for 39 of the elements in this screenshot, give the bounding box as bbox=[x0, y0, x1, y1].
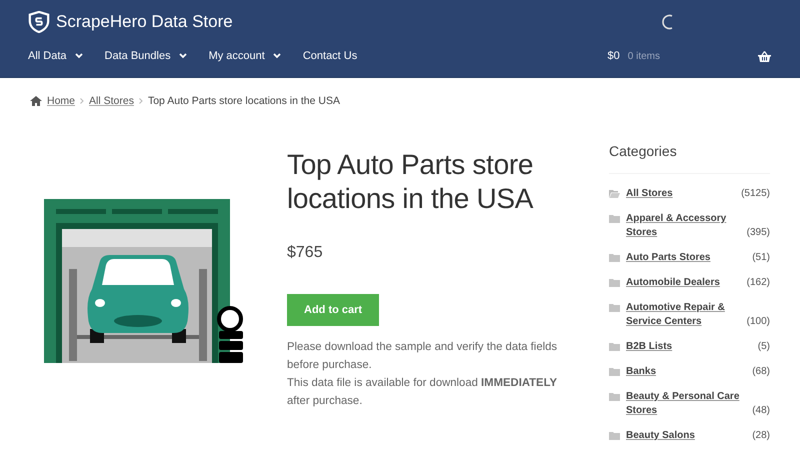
breadcrumb-link[interactable]: Home bbox=[47, 95, 76, 107]
category-count: (68) bbox=[751, 365, 770, 379]
category-count: (5) bbox=[756, 340, 770, 354]
category-count: (100) bbox=[746, 315, 770, 329]
category-count: (28) bbox=[751, 429, 770, 443]
breadcrumb-current: Top Auto Parts store locations in the USA bbox=[148, 95, 340, 107]
category-count: (5125) bbox=[740, 187, 770, 201]
category-link[interactable]: All Stores bbox=[626, 187, 673, 201]
nav-menu-item[interactable]: My account bbox=[208, 50, 281, 62]
category-link[interactable]: Automotive Repair & Service Centers bbox=[626, 301, 744, 329]
nav-menu-item[interactable]: All Data bbox=[28, 50, 83, 62]
breadcrumb-separator-icon bbox=[80, 98, 84, 104]
category-link[interactable]: Banks bbox=[626, 365, 656, 379]
sidebar-heading: Categories bbox=[609, 143, 770, 174]
category-link[interactable]: Auto Parts Stores bbox=[626, 251, 710, 265]
category-count: (48) bbox=[751, 404, 770, 418]
description-text: Please download the sample and verify the data fields before purchase. bbox=[287, 340, 558, 373]
cart-item-count[interactable]: 0 items bbox=[628, 50, 660, 62]
shield-logo-icon bbox=[28, 11, 50, 33]
cart-total[interactable]: $0 bbox=[608, 50, 620, 62]
nav-menu-item[interactable]: Data Bundles bbox=[104, 50, 187, 62]
breadcrumb-link[interactable]: All Stores bbox=[89, 95, 134, 107]
loading-spinner-icon bbox=[661, 14, 675, 30]
nav-menu-item[interactable]: Contact Us bbox=[302, 50, 358, 62]
category-link[interactable]: B2B Lists bbox=[626, 340, 672, 354]
category-count: (395) bbox=[746, 226, 770, 240]
home-icon bbox=[30, 96, 42, 106]
site-title[interactable]: ScrapeHero Data Store bbox=[56, 12, 233, 32]
category-count: (162) bbox=[746, 276, 770, 290]
basket-icon[interactable] bbox=[758, 50, 771, 62]
category-link[interactable]: Apparel & Accessory Stores bbox=[626, 212, 744, 240]
category-link[interactable]: Beauty & Personal Care Stores bbox=[626, 390, 750, 418]
product-price: $765 bbox=[287, 244, 324, 262]
description-text: This data file is available for download IMMEDIATELY after purchase. bbox=[287, 376, 558, 409]
category-link[interactable]: Beauty Salons bbox=[626, 429, 695, 443]
category-count: (51) bbox=[751, 251, 770, 265]
product-title: Top Auto Parts store locations in the USA bbox=[287, 148, 534, 216]
breadcrumb-separator-icon bbox=[138, 98, 143, 104]
category-link[interactable]: Automobile Dealers bbox=[626, 276, 720, 290]
